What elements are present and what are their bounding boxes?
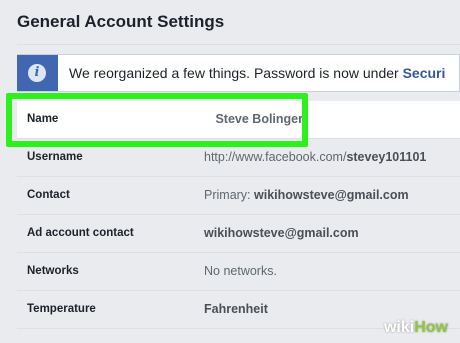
banner-message: We reorganized a few things. Password is… bbox=[69, 65, 445, 81]
setting-value: No networks. bbox=[204, 264, 277, 278]
page-title: General Account Settings bbox=[17, 12, 225, 31]
setting-value: Fahrenheit bbox=[204, 302, 268, 316]
info-banner: i We reorganized a few things. Password … bbox=[17, 54, 460, 92]
contact-prefix: Primary: bbox=[204, 188, 254, 202]
watermark-how: How bbox=[414, 319, 448, 336]
security-link[interactable]: Securi bbox=[403, 65, 446, 81]
username-prefix: http://www.facebook.com/ bbox=[204, 150, 347, 164]
setting-value: http://www.facebook.com/stevey101101 bbox=[204, 150, 426, 164]
setting-label: Username bbox=[27, 151, 83, 163]
setting-value: Steve Bolinger bbox=[215, 112, 303, 126]
watermark-wiki: wiki bbox=[383, 319, 415, 336]
contact-email: wikihowsteve@gmail.com bbox=[254, 188, 409, 202]
info-icon: i bbox=[28, 64, 46, 82]
setting-row-ad-account-contact[interactable]: Ad account contact wikihowsteve@gmail.co… bbox=[17, 215, 460, 253]
setting-value: wikihowsteve@gmail.com bbox=[204, 226, 359, 240]
banner-accent-bar: i bbox=[17, 55, 58, 91]
divider bbox=[17, 44, 460, 45]
wikihow-watermark: wikiHow bbox=[384, 319, 448, 337]
settings-list: Name Steve Bolinger Username http://www.… bbox=[17, 101, 460, 329]
setting-row-username[interactable]: Username http://www.facebook.com/stevey1… bbox=[17, 139, 460, 177]
setting-row-name[interactable]: Name Steve Bolinger bbox=[17, 101, 460, 139]
username-handle: stevey101101 bbox=[346, 150, 427, 164]
banner-text: We reorganized a few things. Password is… bbox=[69, 65, 403, 81]
setting-row-networks[interactable]: Networks No networks. bbox=[17, 253, 460, 291]
setting-value: Primary: wikihowsteve@gmail.com bbox=[204, 188, 409, 202]
setting-label: Contact bbox=[27, 189, 70, 201]
setting-label: Ad account contact bbox=[27, 227, 134, 239]
setting-label: Networks bbox=[27, 265, 79, 277]
setting-label: Temperature bbox=[27, 303, 96, 315]
setting-label: Name bbox=[27, 113, 59, 125]
setting-row-contact[interactable]: Contact Primary: wikihowsteve@gmail.com bbox=[17, 177, 460, 215]
